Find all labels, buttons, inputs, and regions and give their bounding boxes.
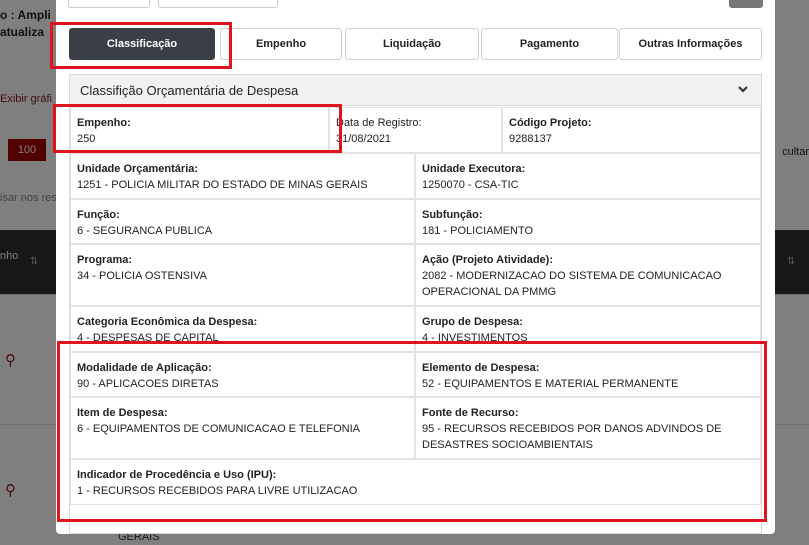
field-modalidade-aplicacao: Modalidade de Aplicação: 90 - APLICACOES… [70, 352, 415, 397]
field-label: Grupo de Despesa: [422, 316, 523, 328]
tab-liquidacao[interactable]: Liquidação [345, 28, 479, 60]
field-elemento-despesa: Elemento de Despesa: 52 - EQUIPAMENTOS E… [415, 352, 761, 397]
field-fonte-recurso: Fonte de Recurso: 95 - RECURSOS RECEBIDO… [415, 397, 761, 459]
field-value: 31/08/2021 [336, 133, 392, 145]
field-funcao: Função: 6 - SEGURANCA PUBLICA [70, 199, 415, 244]
panel-header[interactable]: Classifição Orçamentária de Despesa [70, 75, 761, 106]
field-label: Código Projeto: [509, 117, 592, 129]
close-button[interactable] [729, 0, 763, 8]
field-label: Modalidade de Aplicação: [77, 362, 212, 374]
field-value: 6 - EQUIPAMENTOS DE COMUNICACAO E TELEFO… [77, 423, 360, 435]
field-value: 6 - SEGURANCA PUBLICA [77, 225, 213, 237]
details-modal: Classificação Empenho Liquidação Pagamen… [56, 0, 775, 534]
field-programa: Programa: 34 - POLICIA OSTENSIVA [70, 244, 415, 306]
field-empenho: Empenho: 250 [70, 107, 329, 153]
field-unidade-executora: Unidade Executora: 1250070 - CSA-TIC [415, 153, 761, 199]
tab-empenho[interactable]: Empenho [220, 28, 342, 60]
field-value: 4 - INVESTIMENTOS [422, 332, 528, 344]
field-acao: Ação (Projeto Atividade): 2082 - MODERNI… [415, 244, 761, 306]
field-value: 1 - RECURSOS RECEBIDOS PARA LIVRE UTILIZ… [77, 485, 358, 497]
field-unidade-orcamentaria: Unidade Orçamentária: 1251 - POLICIA MIL… [70, 153, 415, 199]
field-value: 1251 - POLICIA MILITAR DO ESTADO DE MINA… [77, 179, 368, 191]
field-ipu: Indicador de Procedência e Uso (IPU): 1 … [70, 459, 761, 505]
tab-classificacao[interactable]: Classificação [69, 28, 215, 60]
field-label: Subfunção: [422, 209, 483, 221]
field-subfuncao: Subfunção: 181 - POLICIAMENTO [415, 199, 761, 244]
field-data-registro: Data de Registro: 31/08/2021 [329, 107, 502, 153]
tab-outras-informacoes[interactable]: Outras Informações [619, 28, 762, 60]
field-label: Programa: [77, 254, 133, 266]
field-value: 4 - DESPESAS DE CAPITAL [77, 332, 219, 344]
field-value: 181 - POLICIAMENTO [422, 225, 534, 237]
panel-title: Classifição Orçamentária de Despesa [80, 83, 299, 98]
field-value: 2082 - MODERNIZACAO DO SISTEMA DE COMUNI… [422, 270, 722, 298]
chevron-down-icon[interactable] [737, 83, 749, 95]
field-value: 34 - POLICIA OSTENSIVA [77, 270, 208, 282]
field-value: 95 - RECURSOS RECEBIDOS POR DANOS ADVIND… [422, 423, 722, 451]
field-label: Elemento de Despesa: [422, 362, 540, 374]
field-label: Indicador de Procedência e Uso (IPU): [77, 469, 277, 481]
field-label: Item de Despesa: [77, 407, 168, 419]
tab-pagamento[interactable]: Pagamento [481, 28, 618, 60]
field-value: 90 - APLICACOES DIRETAS [77, 378, 219, 390]
field-value: 52 - EQUIPAMENTOS E MATERIAL PERMANENTE [422, 378, 679, 390]
modal-top-button[interactable] [68, 0, 150, 8]
field-grupo-despesa: Grupo de Despesa: 4 - INVESTIMENTOS [415, 306, 761, 352]
field-label: Empenho: [77, 117, 131, 129]
field-codigo-projeto: Código Projeto: 9288137 [502, 107, 761, 153]
field-item-despesa: Item de Despesa: 6 - EQUIPAMENTOS DE COM… [70, 397, 415, 459]
field-label: Unidade Executora: [422, 163, 526, 175]
classificacao-panel: Classifição Orçamentária de Despesa Empe… [69, 74, 762, 534]
field-categoria-economica: Categoria Econômica da Despesa: 4 - DESP… [70, 306, 415, 352]
field-value: 9288137 [509, 133, 552, 145]
field-label: Data de Registro: [336, 117, 422, 129]
field-label: Ação (Projeto Atividade): [422, 254, 553, 266]
field-value: 1250070 - CSA-TIC [422, 179, 519, 191]
field-label: Categoria Econômica da Despesa: [77, 316, 258, 328]
field-label: Fonte de Recurso: [422, 407, 519, 419]
modal-top-button[interactable] [158, 0, 278, 8]
field-value: 250 [77, 133, 96, 145]
field-label: Função: [77, 209, 120, 221]
field-label: Unidade Orçamentária: [77, 163, 199, 175]
